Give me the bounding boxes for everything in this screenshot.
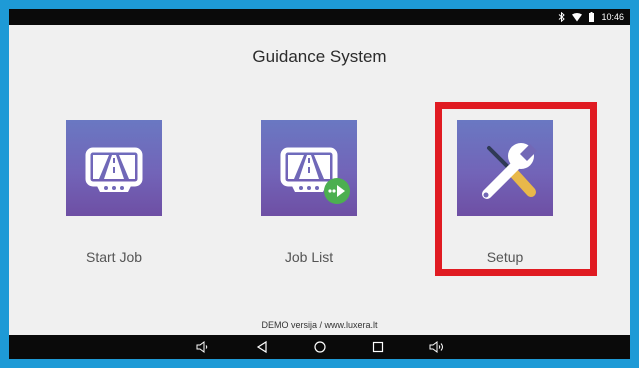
road-monitor-icon [280,147,350,204]
wifi-icon [572,12,583,22]
status-bar: 10:46 [9,9,630,25]
navigation-bar [9,335,630,359]
demo-footer: DEMO versija / www.luxera.lt [261,320,378,330]
volume-up-button[interactable] [429,339,445,355]
bluetooth-icon [558,12,566,22]
device-screen: 10:46 Guidance System Start Job Job List… [9,9,630,359]
job-list-tile[interactable] [261,120,357,216]
back-button[interactable] [254,339,270,355]
recents-button[interactable] [370,339,386,355]
status-icons: 10:46 [558,11,624,23]
clock: 10:46 [601,12,624,22]
home-button[interactable] [312,339,328,355]
job-list-label[interactable]: Job List [239,249,379,265]
volume-down-button[interactable] [195,339,211,355]
road-monitor-icon [85,147,143,192]
app-title: Guidance System [252,47,387,66]
app-area: Guidance System Start Job Job List Setup… [9,25,630,335]
start-job-tile[interactable] [66,120,162,216]
home-icon [314,341,326,353]
back-icon [256,340,267,354]
battery-icon [589,12,595,22]
recents-icon [372,341,384,353]
start-job-label[interactable]: Start Job [44,249,184,265]
volume-up-icon [429,341,443,353]
forward-badge-icon [324,178,350,204]
volume-down-icon [196,341,208,353]
setup-highlight-box [435,102,597,276]
